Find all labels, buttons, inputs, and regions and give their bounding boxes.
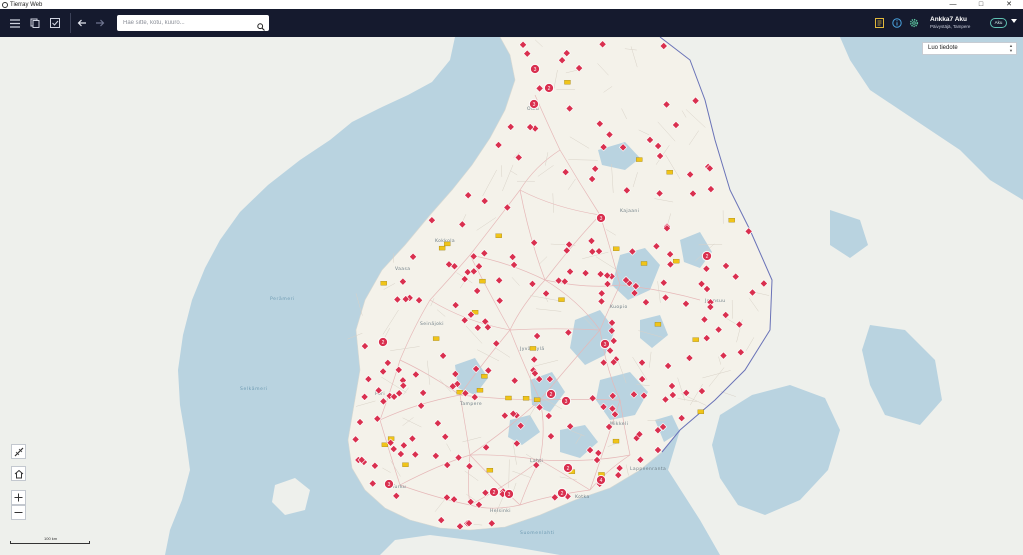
road-number-sign [697, 409, 705, 414]
search-box[interactable] [117, 15, 269, 31]
settings-gear-icon[interactable] [907, 16, 921, 30]
road-number-sign [673, 258, 680, 264]
cluster-count[interactable]: 3 [508, 492, 511, 498]
forward-arrow-icon[interactable] [93, 16, 107, 30]
place-label-kuopio: Kuopio [610, 304, 628, 310]
cluster-count[interactable]: 3 [604, 342, 607, 348]
window-title: Tierray Web [10, 1, 43, 8]
minimize-button[interactable]: — [939, 0, 967, 9]
cluster-count[interactable]: 2 [567, 466, 570, 472]
place-label-tampere: Tampere [459, 401, 482, 407]
search-input[interactable] [123, 17, 251, 29]
search-icon[interactable] [257, 18, 265, 36]
road-number-sign [613, 246, 620, 251]
window-titlebar: Tierray Web — □ ✕ [0, 0, 1023, 9]
road-number-sign [444, 241, 451, 247]
measure-tool-button[interactable] [11, 444, 26, 459]
place-label-kotka: Kotka [575, 494, 590, 500]
road-number-sign [692, 337, 699, 342]
sea-label-selkameri: Selkämeri [240, 386, 268, 392]
bookmark-icon[interactable] [872, 16, 886, 30]
road-number-sign [564, 80, 571, 85]
user-name[interactable]: Ankka7 Aku [930, 16, 967, 23]
cluster-count[interactable]: 4 [600, 478, 603, 484]
cluster-count[interactable]: 2 [706, 254, 709, 260]
road-number-sign [381, 442, 389, 447]
road-number-sign [612, 438, 620, 444]
app-logo-icon [2, 1, 8, 8]
cluster-count[interactable]: 3 [388, 482, 391, 488]
road-number-sign [432, 336, 440, 341]
dropdown-arrows-icon: ▲ ▼ [1009, 43, 1013, 53]
menu-icon[interactable] [8, 16, 22, 30]
road-number-sign [505, 395, 512, 401]
road-number-sign [522, 396, 530, 401]
back-arrow-icon[interactable] [75, 16, 89, 30]
app-header: Ankka7 Aku Päivystäjä, Tampere Aku [0, 9, 1023, 37]
map-view[interactable]: Perämeri Selkämeri Suomenlahti Oulu Kuop… [0, 37, 1023, 555]
sea-label-suomenlahti: Suomenlahti [520, 530, 555, 536]
road-number-sign [479, 278, 486, 284]
road-number-sign [486, 468, 494, 473]
ruler-pencil-icon [14, 447, 23, 456]
zoom-in-button[interactable] [11, 490, 26, 505]
home-button[interactable] [11, 466, 26, 481]
scale-bar-line [10, 541, 90, 544]
place-label-vaasa: Vaasa [395, 266, 410, 272]
place-label-mikkeli: Mikkeli [610, 421, 628, 427]
cluster-count[interactable]: 3 [533, 102, 536, 108]
road-number-sign [558, 297, 565, 302]
create-notice-label: Luo tiedote [928, 45, 958, 51]
road-number-sign [640, 261, 648, 266]
window-controls: — □ ✕ [939, 0, 1023, 9]
cluster-count[interactable]: 2 [550, 392, 553, 398]
create-notice-dropdown[interactable]: Luo tiedote ▲ ▼ [922, 42, 1017, 55]
info-icon[interactable] [890, 16, 904, 30]
cluster-count[interactable]: 3 [565, 399, 568, 405]
road-number-sign [402, 462, 409, 467]
road-number-sign [529, 346, 537, 351]
map-canvas[interactable]: Perämeri Selkämeri Suomenlahti Oulu Kuop… [0, 37, 1023, 555]
user-badge[interactable]: Aku [990, 18, 1007, 28]
minus-icon [14, 512, 23, 513]
place-label-seinajoki: Seinäjoki [420, 321, 444, 327]
layers-icon[interactable] [28, 16, 42, 30]
plus-icon [14, 493, 23, 502]
road-number-sign [481, 374, 488, 379]
cluster-count[interactable]: 3 [600, 216, 603, 222]
cluster-count[interactable]: 2 [548, 86, 551, 92]
place-label-kajaani: Kajaani [620, 208, 639, 214]
road-number-sign [636, 157, 643, 162]
road-number-sign [533, 397, 541, 402]
cluster-count[interactable]: 2 [382, 340, 385, 346]
road-number-sign [380, 281, 387, 286]
cluster-count[interactable]: 2 [493, 490, 496, 496]
user-organization: Päivystäjä, Tampere [930, 24, 971, 29]
maximize-button[interactable]: □ [967, 0, 995, 9]
road-number-sign [438, 245, 446, 251]
road-number-sign [728, 218, 735, 223]
header-divider [70, 13, 71, 33]
road-number-sign [666, 170, 673, 175]
road-number-sign [476, 388, 484, 393]
scale-bar: 100 km [10, 536, 90, 544]
user-menu-caret-icon[interactable] [1011, 19, 1017, 23]
place-label-lappeenranta: Lappeenranta [630, 466, 666, 472]
checklist-icon[interactable] [48, 16, 62, 30]
place-label-helsinki: Helsinki [490, 508, 511, 514]
sea-label-perameri: Perämeri [270, 296, 295, 302]
place-label-joensuu: Joensuu [704, 298, 726, 304]
zoom-out-button[interactable] [11, 505, 26, 520]
close-button[interactable]: ✕ [995, 0, 1023, 9]
home-icon [14, 469, 23, 478]
cluster-count[interactable]: 2 [561, 491, 564, 497]
road-number-sign [654, 322, 662, 327]
road-number-sign [495, 233, 502, 238]
cluster-count[interactable]: 3 [534, 67, 537, 73]
